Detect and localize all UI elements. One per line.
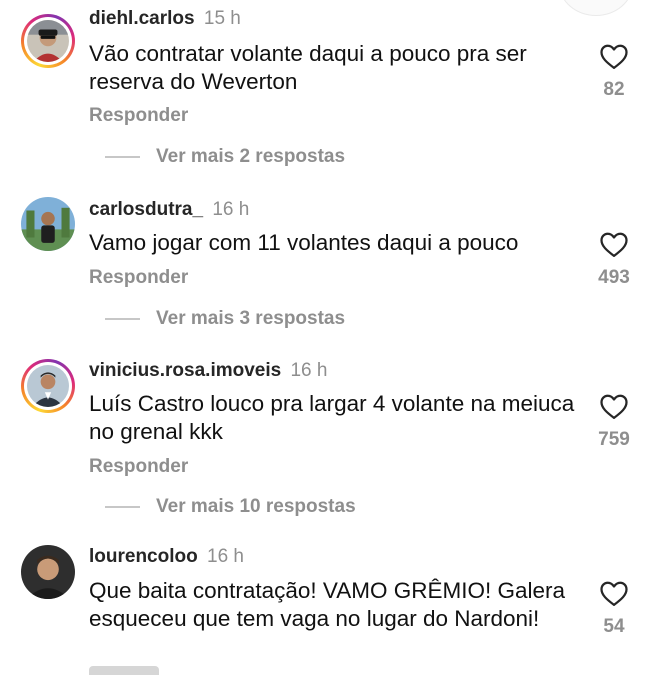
avatar-image bbox=[21, 197, 75, 251]
comment-text: Vão contratar volante daqui a pouco pra … bbox=[89, 41, 527, 94]
heart-outline-icon bbox=[600, 232, 628, 257]
comment-username[interactable]: vinicius.rosa.imoveis bbox=[89, 360, 281, 381]
avatar[interactable] bbox=[21, 14, 75, 68]
comment-text: Luís Castro louco pra largar 4 volante n… bbox=[89, 391, 575, 444]
avatar[interactable] bbox=[21, 545, 75, 599]
comment-text: Que baita contratação! VAMO GRÊMIO! Gale… bbox=[89, 578, 566, 631]
view-more-replies-button[interactable]: Ver mais 3 respostas bbox=[105, 308, 345, 330]
divider bbox=[105, 506, 140, 508]
view-more-replies-label: Ver mais 2 respostas bbox=[156, 146, 346, 167]
view-more-replies-label: Ver mais 3 respostas bbox=[156, 308, 346, 329]
like-count: 82 bbox=[603, 79, 625, 100]
view-more-replies-button[interactable]: Ver mais 2 respostas bbox=[105, 146, 345, 168]
avatar[interactable] bbox=[21, 197, 75, 251]
heart-outline-icon bbox=[600, 44, 628, 69]
avatar-image bbox=[27, 365, 69, 407]
top-corner-button[interactable] bbox=[559, 0, 633, 16]
reply-button-cutoff[interactable] bbox=[89, 666, 159, 675]
like-count: 759 bbox=[598, 429, 630, 450]
like-button[interactable]: 493 bbox=[592, 230, 636, 289]
comment-username[interactable]: lourencoloo bbox=[89, 546, 198, 567]
like-button[interactable]: 82 bbox=[592, 42, 636, 101]
view-more-replies-button[interactable]: Ver mais 10 respostas bbox=[105, 496, 356, 518]
avatar[interactable] bbox=[21, 359, 75, 413]
comment-timestamp: 16 h bbox=[207, 546, 244, 567]
divider bbox=[105, 318, 140, 320]
comment-text: Vamo jogar com 11 volantes daqui a pouco bbox=[89, 230, 519, 255]
avatar-image bbox=[21, 545, 75, 599]
comment-username[interactable]: carlosdutra_ bbox=[89, 199, 203, 220]
divider bbox=[105, 156, 140, 158]
view-more-replies-label: Ver mais 10 respostas bbox=[156, 496, 356, 517]
comment-timestamp: 16 h bbox=[290, 360, 328, 381]
reply-button[interactable]: Responder bbox=[89, 267, 188, 289]
avatar-image bbox=[27, 20, 69, 62]
like-count: 493 bbox=[598, 267, 630, 288]
reply-button[interactable]: Responder bbox=[89, 456, 188, 478]
comment-timestamp: 15 h bbox=[203, 8, 241, 29]
comment-timestamp: 16 h bbox=[212, 199, 250, 220]
reply-button[interactable]: Responder bbox=[89, 105, 188, 127]
like-button[interactable]: 759 bbox=[592, 392, 636, 451]
heart-outline-icon bbox=[600, 394, 628, 419]
heart-outline-icon bbox=[600, 581, 628, 606]
comment-username[interactable]: diehl.carlos bbox=[89, 8, 195, 29]
like-count: 54 bbox=[603, 616, 625, 637]
like-button[interactable]: 54 bbox=[592, 579, 636, 638]
